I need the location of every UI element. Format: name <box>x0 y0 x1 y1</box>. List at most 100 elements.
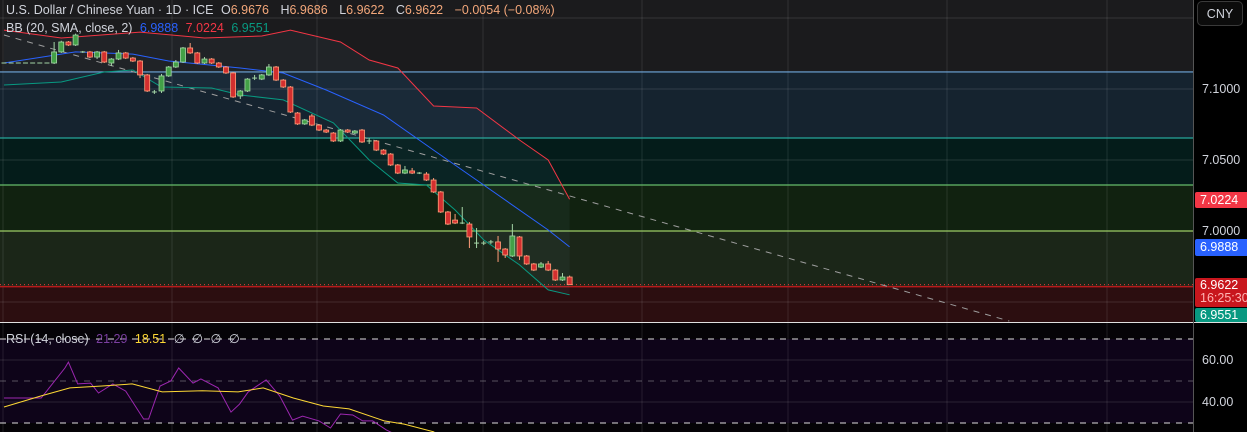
chart-canvas[interactable] <box>0 0 1247 432</box>
price-tick: 7.1000 <box>1202 82 1241 96</box>
candle-down <box>394 164 401 174</box>
candle-up <box>244 78 251 92</box>
bb-lower-tag: 6.9551 <box>1195 308 1247 322</box>
zone-fill <box>0 137 1193 185</box>
candle-down <box>187 47 194 54</box>
candle-down <box>223 66 229 74</box>
symbol-legend: U.S. Dollar / Chinese Yuan · 1D · ICE O6… <box>6 3 559 17</box>
close-value: 6.9622 <box>404 3 444 17</box>
bb-legend: BB (20, SMA, close, 2) 6.9888 7.0224 6.9… <box>6 21 274 35</box>
candle-down <box>323 129 330 133</box>
bb-lower-value: 6.9551 <box>231 21 270 35</box>
zone-fill <box>0 231 1193 287</box>
candle-down <box>137 60 143 76</box>
price-tick: 7.0500 <box>1202 153 1241 167</box>
candle-down <box>409 170 416 174</box>
rsi-na-4: ∅ <box>228 332 240 346</box>
rsi-tick: 40.00 <box>1202 395 1234 409</box>
candle-down <box>495 241 501 250</box>
price-tick: 7.0000 <box>1202 224 1241 238</box>
bar-countdown: 16:25:30 <box>1200 291 1247 305</box>
candle-up <box>538 263 544 268</box>
rsi-na-3: ∅ <box>210 332 222 346</box>
symbol-title[interactable]: U.S. Dollar / Chinese Yuan · 1D · ICE <box>6 3 214 17</box>
candle-down <box>316 124 322 131</box>
bb-upper-tag: 7.0224 <box>1195 192 1247 208</box>
candle-down <box>87 51 93 58</box>
candle-down <box>545 263 552 271</box>
candle-up <box>402 169 408 174</box>
low-value: 6.9622 <box>346 3 385 17</box>
candle-down <box>373 140 380 151</box>
candle-up <box>559 276 566 281</box>
close-label: C <box>395 3 405 17</box>
candle-up <box>237 90 244 97</box>
candle-down <box>273 66 279 81</box>
candle-down <box>387 153 394 166</box>
candle-down <box>566 276 573 286</box>
candle-down <box>215 62 222 68</box>
candle-down <box>344 129 351 133</box>
change-value: −0.0054 (−0.08%) <box>454 3 555 17</box>
candle-down <box>65 41 72 46</box>
candle-up <box>72 34 79 46</box>
candle-up <box>51 51 58 64</box>
candle-down <box>552 269 559 281</box>
candle-up <box>351 130 358 134</box>
open-label: O <box>220 3 231 17</box>
rsi-na-2: ∅ <box>192 332 203 346</box>
candle-down <box>144 74 151 92</box>
candle-up <box>201 58 208 64</box>
candle-down <box>502 248 509 256</box>
bb-upper-value: 7.0224 <box>185 21 224 35</box>
candle-up <box>258 74 265 80</box>
last-price-tag: 6.9622 16:25:30 <box>1195 278 1247 307</box>
rsi-value: 21.29 <box>96 332 128 346</box>
candle-up <box>94 51 100 58</box>
candle-down <box>516 236 523 257</box>
bb-label[interactable]: BB (20, SMA, close, 2) <box>6 21 132 35</box>
candle-up <box>301 119 308 125</box>
rsi-legend: RSI (14, close) 21.29 18.51 ∅ ∅ ∅ ∅ <box>6 331 244 346</box>
candle-up <box>165 66 172 77</box>
rsi-label[interactable]: RSI (14, close) <box>6 332 89 346</box>
candle-down <box>380 149 387 155</box>
candle-down <box>230 72 237 98</box>
candle-down <box>423 173 430 181</box>
candle-down <box>445 211 451 225</box>
zone-fill <box>0 184 1193 231</box>
open-value: 6.9676 <box>230 3 269 17</box>
candle-down <box>308 115 315 126</box>
candle-down <box>294 112 301 125</box>
candle-down <box>194 52 201 64</box>
bb-basis-tag: 6.9888 <box>1195 239 1247 256</box>
candle-up <box>172 61 179 68</box>
candle-down <box>466 223 473 238</box>
candle-down <box>129 57 136 62</box>
zone-fill <box>0 286 1193 322</box>
currency-button[interactable]: CNY <box>1197 1 1243 26</box>
rsi-tick: 60.00 <box>1202 353 1234 367</box>
candle-up <box>158 75 165 92</box>
high-value: 6.9686 <box>289 3 328 17</box>
candle-down <box>430 179 437 193</box>
candle-down <box>287 86 294 113</box>
candle-up <box>108 58 115 64</box>
candle-down <box>122 52 129 59</box>
candle-up <box>509 235 516 257</box>
candle-down <box>530 263 537 271</box>
rsi-ma-value: 18.51 <box>134 332 167 346</box>
candle-down <box>280 79 287 88</box>
candle-up <box>266 66 272 76</box>
candle-down <box>330 132 337 142</box>
candle-up <box>180 47 186 63</box>
candle-down <box>101 51 108 63</box>
rsi-na-1: ∅ <box>173 332 185 346</box>
candle-down <box>523 255 530 265</box>
candle-up <box>115 52 122 60</box>
candle-down <box>359 129 365 143</box>
candle-up <box>58 41 65 53</box>
candle-down <box>452 219 458 224</box>
candle-down <box>437 191 444 213</box>
bb-basis-value: 6.9888 <box>139 21 179 35</box>
